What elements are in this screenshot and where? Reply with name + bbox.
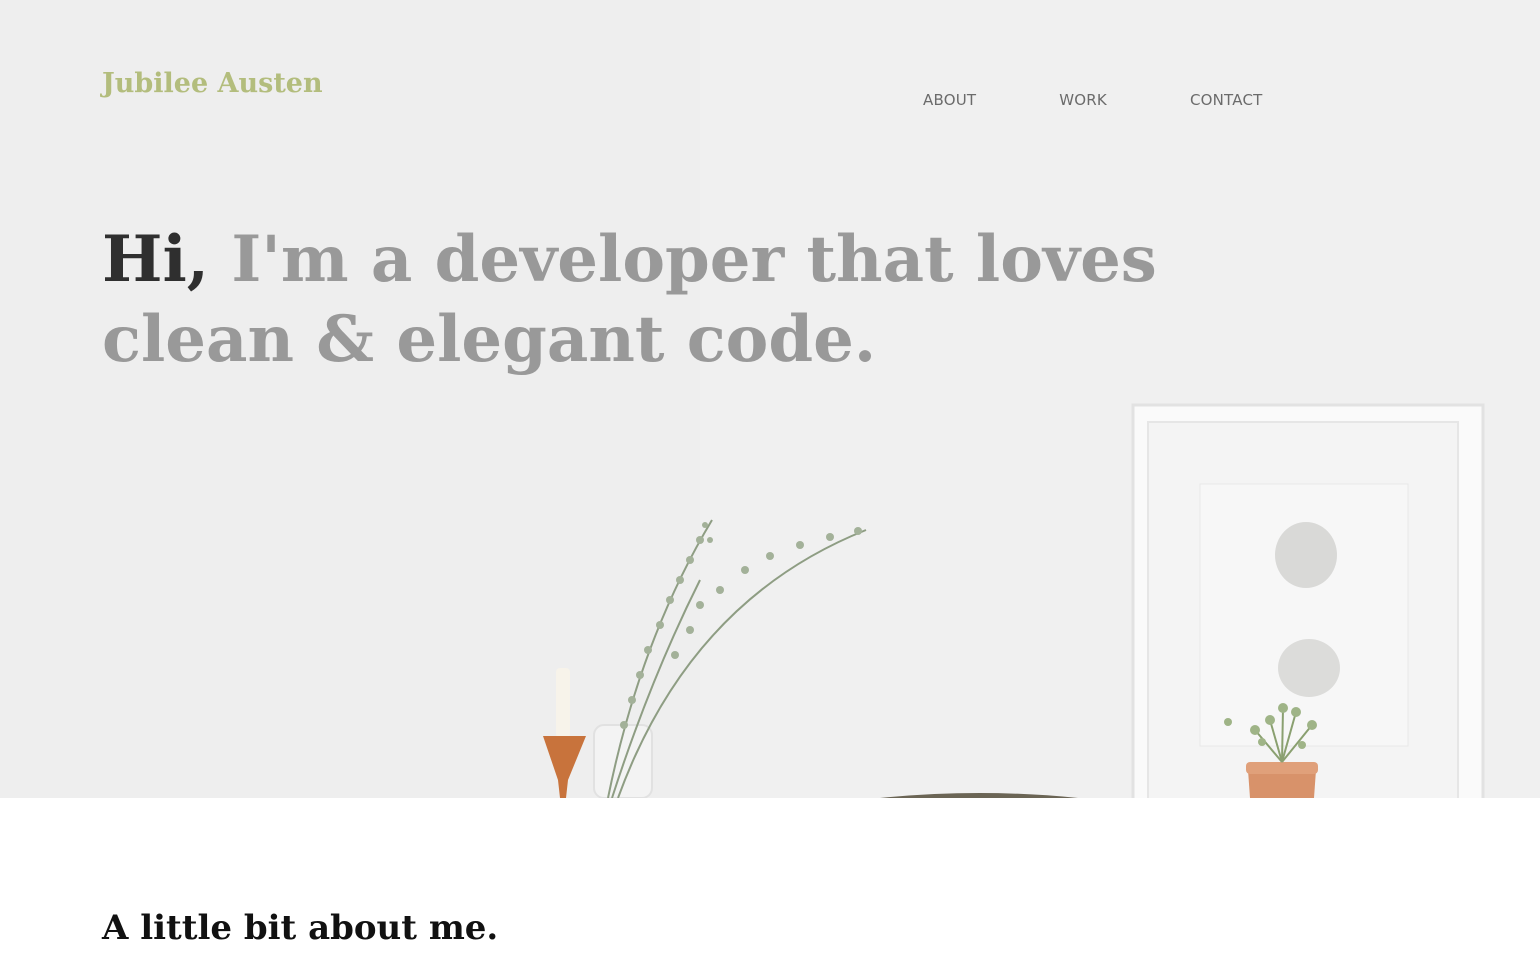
nav-link-contact[interactable]: CONTACT [1190,91,1263,109]
picture-frame-decor [1131,403,1485,798]
nav-link-work[interactable]: WORK [1059,91,1107,109]
main-nav: ABOUT WORK CONTACT [923,91,1346,109]
hero-section: Jubilee Austen ABOUT WORK CONTACT Hi, I'… [0,0,1540,798]
hero-tagline: I'm a developer that loves clean & elega… [102,222,1157,377]
about-section-title: A little bit about me. [102,908,499,948]
nav-link-about[interactable]: ABOUT [923,91,976,109]
hero-headline: Hi, I'm a developer that loves clean & e… [102,220,1162,380]
hero-greeting: Hi, [102,222,210,297]
site-logo[interactable]: Jubilee Austen [102,68,323,99]
hero-background-photo [0,0,1540,798]
